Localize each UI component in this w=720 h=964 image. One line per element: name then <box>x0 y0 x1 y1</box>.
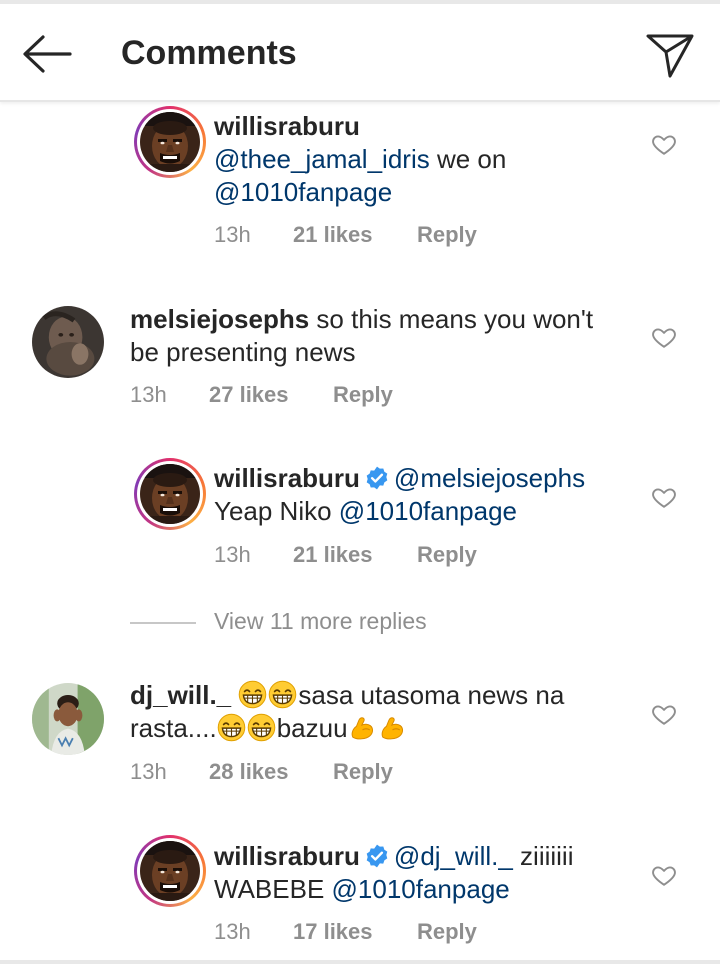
likes-count[interactable]: 28 likes <box>209 759 289 785</box>
avatar[interactable] <box>32 306 104 378</box>
comment-username[interactable]: dj_will._ <box>130 680 231 710</box>
verified-badge-icon <box>364 843 390 869</box>
comment-text: sasa utasoma news na <box>298 680 565 710</box>
mention-link[interactable]: @melsiejosephs <box>394 463 585 493</box>
mention-link[interactable]: @dj_will._ <box>394 841 513 871</box>
comment-username[interactable]: willisraburu <box>214 111 360 141</box>
avatar <box>140 841 200 901</box>
comment-time: 13h <box>130 759 167 784</box>
avatar <box>140 464 200 524</box>
heart-icon[interactable] <box>651 324 677 350</box>
back-arrow-icon <box>23 35 72 73</box>
back-button[interactable] <box>18 32 74 76</box>
mention-link[interactable]: @1010fanpage <box>339 496 517 526</box>
comment-text: so this means you won't <box>309 304 594 334</box>
grinning-emoji-icon <box>268 680 297 709</box>
heart-icon[interactable] <box>651 484 677 510</box>
share-button[interactable] <box>644 28 696 80</box>
grinning-emoji-icon <box>247 713 276 742</box>
reply-button[interactable]: Reply <box>333 759 393 785</box>
avatar <box>140 112 200 172</box>
comment-text: bazuu <box>276 713 348 743</box>
reply-button[interactable]: Reply <box>417 542 477 568</box>
comment-text: we on <box>429 144 507 174</box>
comment-time: 13h <box>214 919 251 944</box>
heart-icon[interactable] <box>651 701 677 727</box>
avatar[interactable] <box>32 683 104 755</box>
view-more-replies-label[interactable]: View 11 more replies <box>214 608 427 635</box>
comment-time: 13h <box>214 542 251 567</box>
flexed-biceps-emoji-icon <box>378 713 407 742</box>
comment-text: rasta.... <box>130 713 217 743</box>
likes-count[interactable]: 27 likes <box>209 382 289 408</box>
bottom-edge <box>0 960 720 964</box>
avatar-story-ring[interactable] <box>134 835 206 907</box>
avatar-story-ring[interactable] <box>134 458 206 530</box>
likes-count[interactable]: 21 likes <box>293 222 373 248</box>
reply-button[interactable]: Reply <box>417 919 477 945</box>
heart-icon[interactable] <box>651 862 677 888</box>
verified-badge-icon <box>364 465 390 491</box>
comment-username[interactable]: melsiejosephs <box>130 304 309 334</box>
avatar-image <box>32 683 104 755</box>
grinning-emoji-icon <box>238 680 267 709</box>
comment-text: ziiiiiii <box>512 841 574 871</box>
mention-link[interactable]: @1010fanpage <box>332 874 510 904</box>
grinning-emoji-icon <box>217 713 246 742</box>
reply-button[interactable]: Reply <box>417 222 477 248</box>
app-header: Comments <box>0 4 720 102</box>
comment-text: Yeap Niko <box>214 496 339 526</box>
page-title: Comments <box>121 34 297 72</box>
divider <box>130 622 196 624</box>
mention-link[interactable]: @1010fanpage <box>214 177 392 207</box>
comment-time: 13h <box>214 222 251 247</box>
flexed-biceps-emoji-icon <box>348 713 377 742</box>
comment-time: 13h <box>130 382 167 407</box>
comment-username[interactable]: willisraburu <box>214 463 360 493</box>
likes-count[interactable]: 21 likes <box>293 542 373 568</box>
comment-username[interactable]: willisraburu <box>214 841 360 871</box>
avatar-story-ring[interactable] <box>134 106 206 178</box>
comment-text: WABEBE <box>214 874 332 904</box>
likes-count[interactable]: 17 likes <box>293 919 373 945</box>
send-icon <box>646 34 694 78</box>
reply-button[interactable]: Reply <box>333 382 393 408</box>
mention-link[interactable]: @thee_jamal_idris <box>214 144 430 174</box>
avatar-image <box>32 306 104 378</box>
comment-text-line2: be presenting news <box>130 337 356 367</box>
heart-icon[interactable] <box>651 131 677 157</box>
